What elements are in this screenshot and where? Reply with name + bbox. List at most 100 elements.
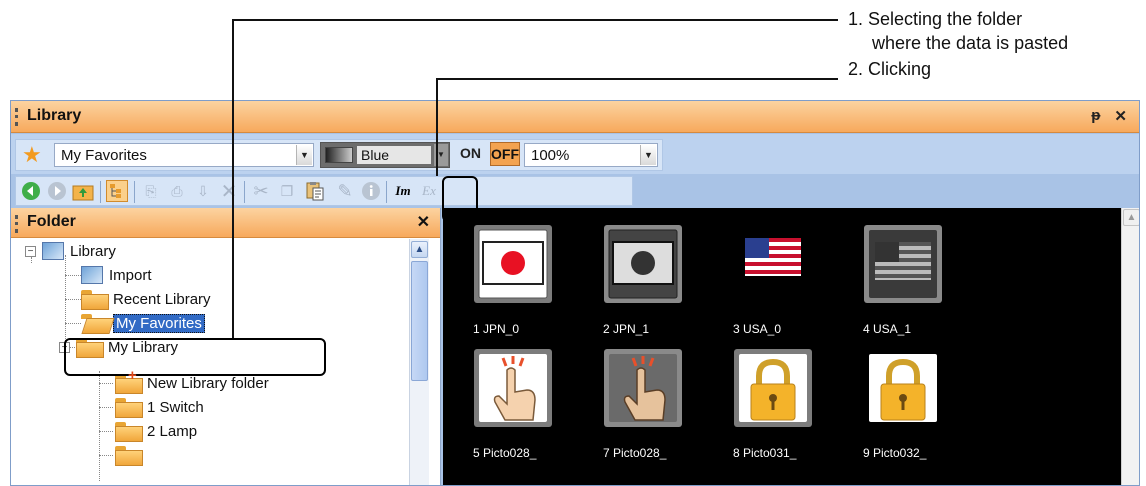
- tree-item-label: Import: [109, 266, 152, 284]
- usa-flag-icon: [734, 225, 812, 303]
- chevron-down-icon[interactable]: ▼: [640, 145, 656, 165]
- padlock-icon: [864, 349, 942, 427]
- tree-item-label: My Favorites: [113, 313, 205, 333]
- library-icon: [42, 242, 64, 260]
- tree-item-library[interactable]: − Library: [25, 239, 116, 263]
- import-library-icon[interactable]: Im: [392, 180, 414, 202]
- tree-item-1-switch[interactable]: 1 Switch: [115, 395, 204, 419]
- favorites-star-icon: ★: [22, 142, 42, 167]
- callout-step2: 2. Clicking: [848, 59, 932, 79]
- window-title: Library: [27, 107, 82, 124]
- new-folder-icon[interactable]: ⎙: [166, 180, 188, 202]
- library-item-label: 5 Picto028_: [473, 446, 537, 460]
- japan-flag-icon: [474, 225, 552, 303]
- scroll-thumb[interactable]: [411, 261, 428, 381]
- usa-flag-dark-icon: [864, 225, 942, 303]
- library-item-4[interactable]: [863, 224, 943, 304]
- color-select[interactable]: Blue ▼: [320, 142, 450, 168]
- preview-scrollbar[interactable]: ▲: [1121, 208, 1139, 485]
- folder-icon: [115, 398, 143, 418]
- delete-icon[interactable]: ✕: [218, 180, 240, 203]
- open-folder-icon: [81, 314, 107, 332]
- export-library-icon[interactable]: Ex: [418, 180, 440, 202]
- folder-scrollbar[interactable]: ▲: [409, 239, 429, 485]
- zoom-select-value: 100%: [531, 147, 570, 164]
- new-item-icon[interactable]: ⎘: [140, 180, 162, 202]
- drag-grip-icon[interactable]: [15, 215, 18, 233]
- library-item-label: 3 USA_0: [733, 322, 782, 336]
- hand-touch-icon: [474, 349, 552, 427]
- paste-icon[interactable]: [304, 180, 326, 202]
- zoom-select[interactable]: 100% ▼: [524, 143, 658, 167]
- tree-item-recent-library[interactable]: Recent Library: [81, 287, 211, 311]
- library-item-9[interactable]: [863, 348, 943, 428]
- folder-icon: [115, 446, 143, 466]
- library-item-1[interactable]: [473, 224, 553, 304]
- library-item-label: 7 Picto028_: [603, 446, 667, 460]
- library-item-8[interactable]: [733, 348, 813, 428]
- callout-leader-2: [436, 78, 838, 80]
- new-folder-icon: +: [115, 368, 143, 394]
- highlight-paste-button: [442, 176, 478, 222]
- scroll-up-icon[interactable]: ▲: [1123, 209, 1139, 226]
- library-item-label: 2 JPN_1: [603, 322, 650, 336]
- folder-icon: [81, 290, 109, 310]
- back-icon[interactable]: [20, 180, 42, 202]
- highlight-my-favorites: [64, 338, 326, 376]
- collapse-icon[interactable]: −: [25, 245, 36, 257]
- import-folder-icon: [81, 266, 103, 284]
- copy-icon[interactable]: ❐: [276, 180, 298, 202]
- tree-item-partial[interactable]: [115, 443, 147, 467]
- tree-item-label: Recent Library: [113, 290, 211, 308]
- folder-pane-header: Folder ✕: [11, 208, 440, 238]
- on-toggle[interactable]: ON: [460, 145, 481, 161]
- library-item-label: 9 Picto032_: [863, 446, 927, 460]
- info-icon[interactable]: [360, 180, 382, 202]
- library-title-bar: Library ᵽ ✕: [11, 101, 1139, 133]
- tree-item-import[interactable]: Import: [81, 263, 152, 287]
- favorites-select-value: My Favorites: [61, 147, 147, 164]
- off-toggle[interactable]: OFF: [490, 142, 520, 166]
- color-swatch: [325, 147, 353, 163]
- color-select-value: Blue: [357, 146, 431, 164]
- library-item-2[interactable]: [603, 224, 683, 304]
- close-icon[interactable]: ✕: [1114, 107, 1127, 125]
- scroll-up-icon[interactable]: ▲: [411, 241, 428, 258]
- tree-item-label: 1 Switch: [147, 398, 204, 416]
- library-item-5[interactable]: [473, 348, 553, 428]
- callout-leader-1: [232, 19, 838, 21]
- library-item-3[interactable]: [733, 224, 813, 304]
- library-toolbar-actions: ⎘ ⎙ ⇩ ✕ ✂ ❐ ✎ Im Ex: [15, 176, 633, 206]
- callout-leader-2-vertical: [436, 78, 438, 176]
- import-icon[interactable]: ⇩: [192, 180, 214, 202]
- library-preview: 1 JPN_0 2 JPN_1 3 USA_0 4 USA_1 5 Picto0…: [443, 208, 1121, 485]
- callout-step1-line1: 1. Selecting the folder: [848, 9, 1023, 29]
- close-icon[interactable]: ✕: [417, 212, 430, 232]
- library-item-7[interactable]: [603, 348, 683, 428]
- tree-item-label: New Library folder: [147, 374, 269, 392]
- library-item-label: 4 USA_1: [863, 322, 912, 336]
- library-toolbar-top: ★ My Favorites ▼ Blue ▼ ON OFF 100% ▼: [11, 134, 1139, 174]
- drag-grip-icon[interactable]: [15, 108, 18, 126]
- favorites-select[interactable]: My Favorites ▼: [54, 143, 314, 167]
- cut-icon[interactable]: ✂: [250, 180, 272, 202]
- edit-icon[interactable]: ✎: [334, 180, 356, 202]
- hand-touch-dark-icon: [604, 349, 682, 427]
- library-item-label: 1 JPN_0: [473, 322, 520, 336]
- tree-item-2-lamp[interactable]: 2 Lamp: [115, 419, 197, 443]
- callout-leader-1-vertical: [232, 19, 234, 339]
- forward-icon[interactable]: [46, 180, 68, 202]
- folder-tree-icon[interactable]: [106, 180, 128, 202]
- padlock-icon: [734, 349, 812, 427]
- pin-icon[interactable]: ᵽ: [1091, 107, 1100, 125]
- up-folder-icon[interactable]: [72, 180, 94, 202]
- tree-item-label: 2 Lamp: [147, 422, 198, 440]
- chevron-down-icon[interactable]: ▼: [296, 145, 312, 165]
- japan-flag-dark-icon: [604, 225, 682, 303]
- folder-icon: [115, 422, 143, 442]
- tree-item-label: Library: [70, 242, 116, 260]
- tree-item-my-favorites[interactable]: My Favorites: [81, 311, 205, 335]
- library-window: Library ᵽ ✕ ★ My Favorites ▼ Blue ▼ ON O…: [10, 100, 1140, 486]
- library-item-label: 8 Picto031_: [733, 446, 797, 460]
- folder-pane-title: Folder: [27, 213, 76, 230]
